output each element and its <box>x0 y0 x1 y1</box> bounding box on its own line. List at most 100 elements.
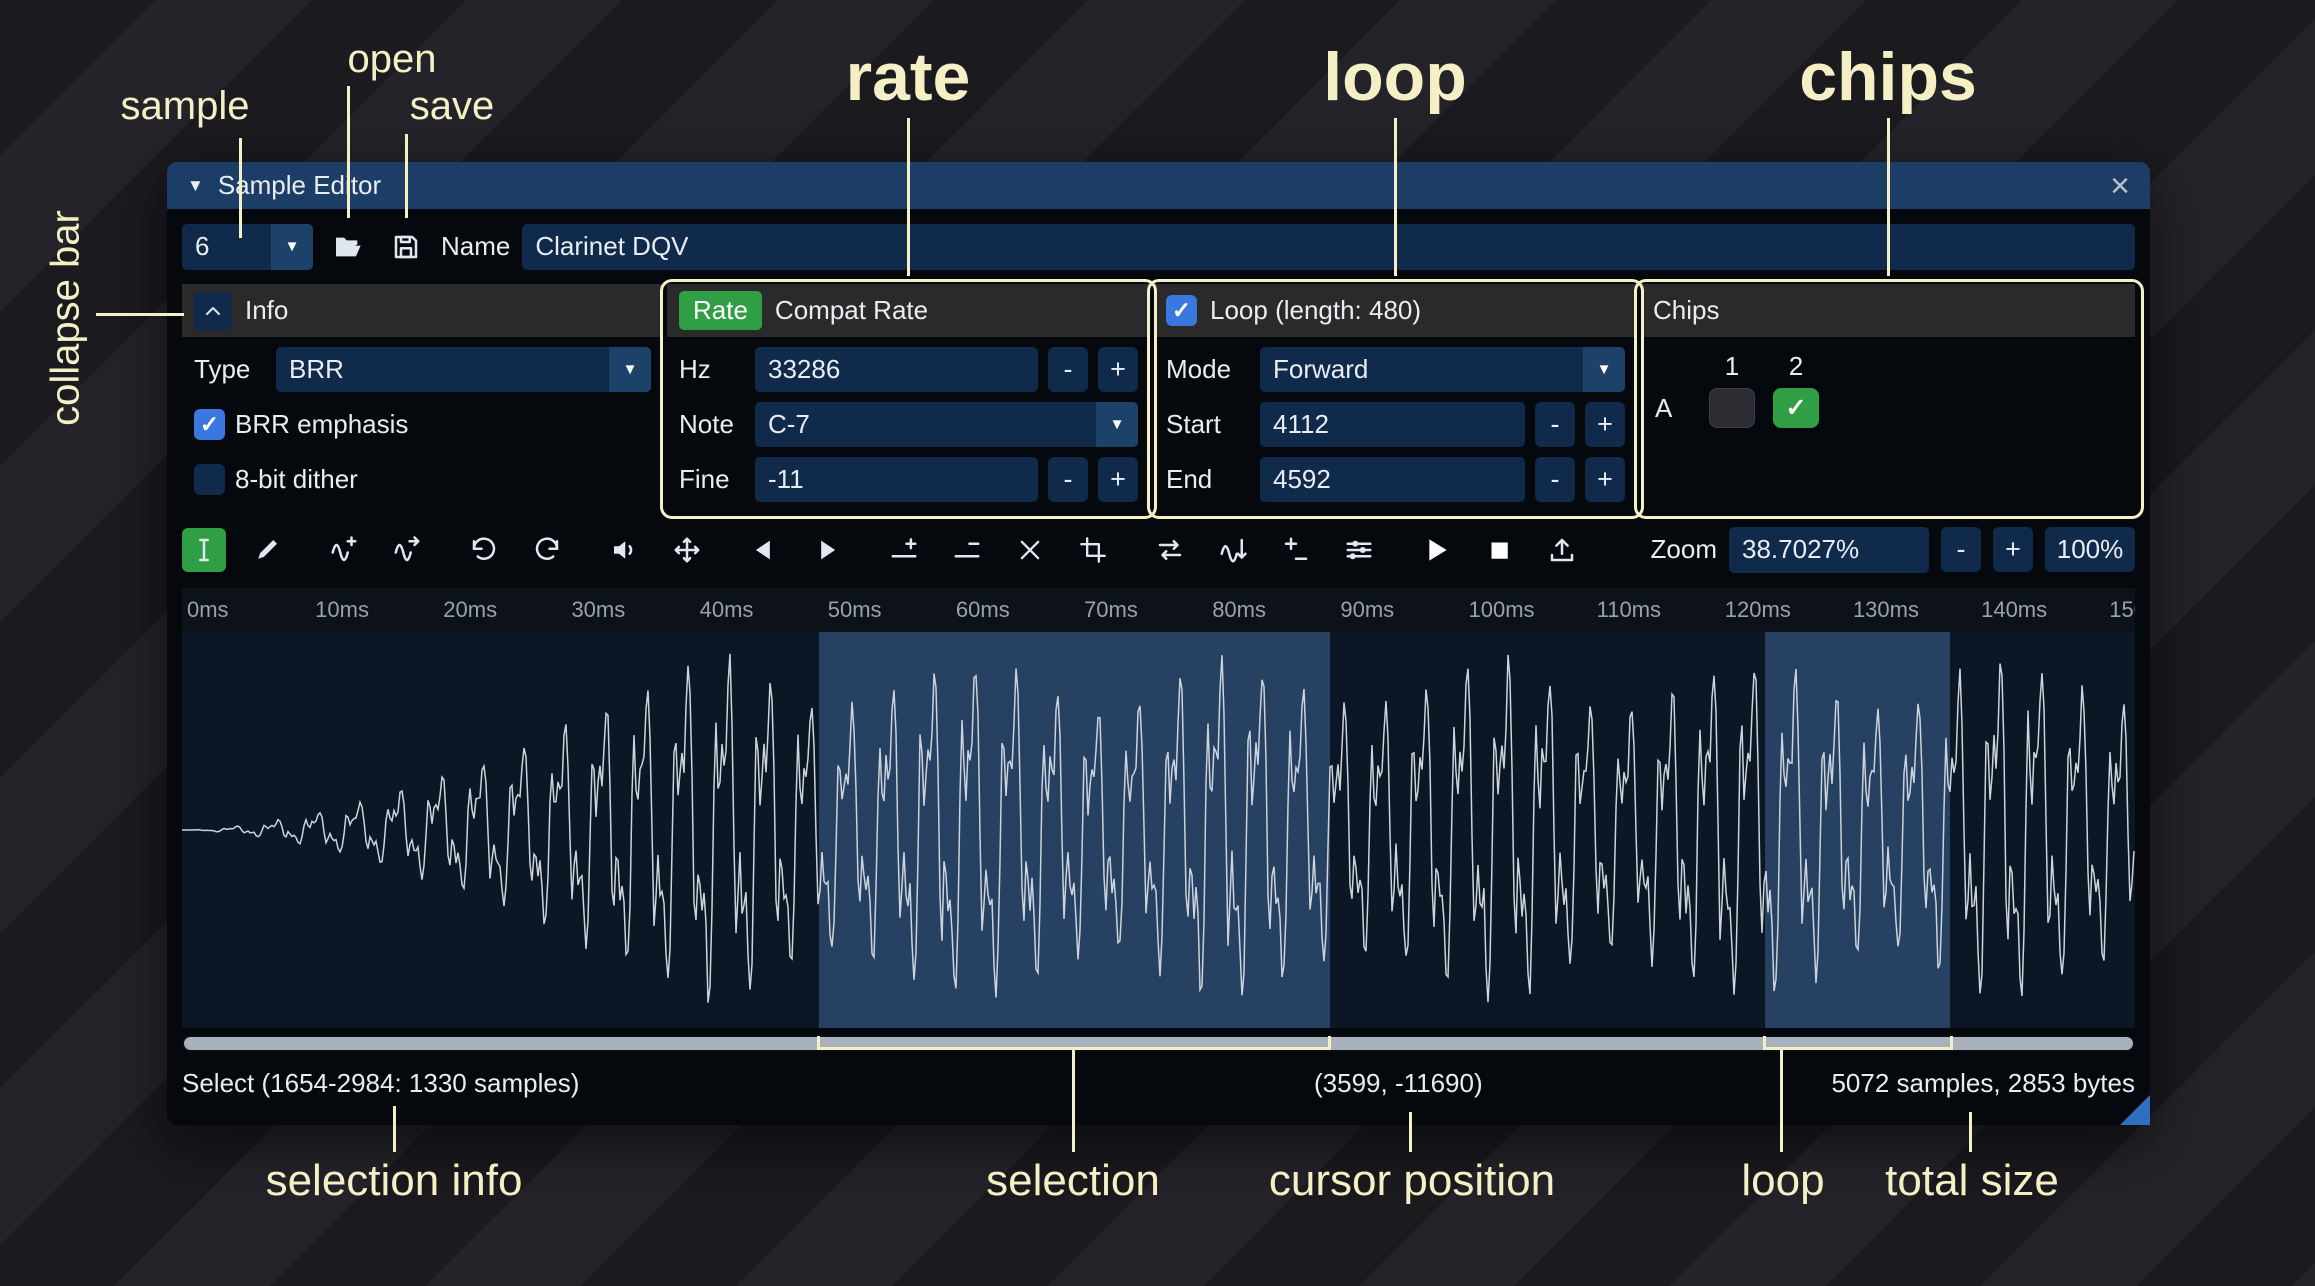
resize-button[interactable] <box>322 528 366 572</box>
annotation-rate-box <box>660 279 1157 519</box>
fade-out-button[interactable] <box>805 528 849 572</box>
dither-row: 8-bit dither <box>194 457 651 502</box>
annotation-chips-label: chips <box>1799 38 1977 116</box>
annotation-save-line <box>405 134 408 218</box>
signedness-button[interactable] <box>1274 528 1318 572</box>
select-tool-button[interactable] <box>182 528 226 572</box>
chevron-up-icon <box>201 299 225 323</box>
annotation-chips-line <box>1887 118 1890 276</box>
amplify-button[interactable] <box>602 528 646 572</box>
zoom-reset-button[interactable]: 100% <box>2045 527 2135 572</box>
preview-button[interactable] <box>1414 528 1458 572</box>
annotation-loop-bottom-line <box>1780 1050 1783 1152</box>
delete-button[interactable] <box>1008 528 1052 572</box>
crop-icon <box>1079 536 1107 564</box>
info-section: Info Type BRR ▼ ✓ BRR emphasis 8-bit dit… <box>182 284 663 513</box>
ruler-label: 80ms <box>1212 597 1266 623</box>
upload-icon <box>1547 535 1577 565</box>
total-size-text: 5072 samples, 2853 bytes <box>1831 1068 2135 1099</box>
annotation-loop-box <box>1147 279 1644 519</box>
annotation-chips-box <box>1634 279 2144 519</box>
ruler-label: 40ms <box>700 597 754 623</box>
create-wavetable-button[interactable] <box>1540 528 1584 572</box>
sample-selector-value: 6 <box>182 231 271 262</box>
resample-button[interactable] <box>385 528 429 572</box>
brr-emphasis-checkbox[interactable]: ✓ <box>194 409 225 440</box>
annotation-sample-line <box>239 138 242 238</box>
apply-silence-button[interactable] <box>945 528 989 572</box>
redo-icon <box>532 535 562 565</box>
trim-button[interactable] <box>1071 528 1115 572</box>
ruler-label: 130ms <box>1853 597 1919 623</box>
play-icon <box>1420 534 1452 566</box>
normalize-button[interactable] <box>665 528 709 572</box>
undo-button[interactable] <box>462 528 506 572</box>
collapse-bar-button[interactable] <box>194 292 232 330</box>
save-button[interactable] <box>383 224 429 270</box>
fade-in-button[interactable] <box>742 528 786 572</box>
annotation-save-label: save <box>410 84 495 129</box>
ruler-label: 150ms <box>2109 597 2135 623</box>
timeline-ruler: 0ms10ms20ms30ms40ms50ms60ms70ms80ms90ms1… <box>182 588 2135 632</box>
status-bar: Select (1654-2984: 1330 samples) (3599, … <box>182 1066 2135 1102</box>
wave-resize-icon <box>329 535 359 565</box>
annotation-cursor-position-label: cursor position <box>1269 1156 1555 1206</box>
insert-silence-button[interactable] <box>882 528 926 572</box>
annotation-collapse-bar-line <box>96 313 184 316</box>
triangle-right-icon <box>813 536 841 564</box>
annotation-total-size-label: total size <box>1885 1156 2059 1206</box>
brr-emphasis-row: ✓ BRR emphasis <box>194 402 651 447</box>
sliders-icon <box>1344 535 1374 565</box>
toolbar: Zoom 38.7027% - + 100% <box>182 525 2135 574</box>
zoom-controls: Zoom 38.7027% - + 100% <box>1651 527 2135 573</box>
dither-checkbox[interactable] <box>194 464 225 495</box>
waveform-plot <box>182 632 2135 1028</box>
ruler-label: 20ms <box>443 597 497 623</box>
move-arrows-icon <box>672 535 702 565</box>
name-input[interactable]: Clarinet DQV <box>522 224 2135 270</box>
draw-tool-button[interactable] <box>245 528 289 572</box>
zoom-in-button[interactable]: + <box>1993 527 2033 572</box>
sample-selector[interactable]: 6 ▼ <box>182 224 313 270</box>
chevron-down-icon[interactable]: ▼ <box>271 224 313 270</box>
ruler-label: 70ms <box>1084 597 1138 623</box>
selection-info-text: Select (1654-2984: 1330 samples) <box>182 1068 579 1099</box>
ibeam-icon <box>189 535 219 565</box>
annotation-rate-line <box>907 118 910 276</box>
ruler-label: 0ms <box>187 597 229 623</box>
titlebar[interactable]: ▼ Sample Editor × <box>167 162 2150 209</box>
zoom-label: Zoom <box>1651 534 1717 565</box>
cursor-position-text: (3599, -11690) <box>1314 1068 1483 1099</box>
reverse-button[interactable] <box>1148 528 1192 572</box>
sample-controls-row: 6 ▼ Name Clarinet DQV <box>182 223 2135 270</box>
invert-button[interactable] <box>1211 528 1255 572</box>
brr-emphasis-label: BRR emphasis <box>235 409 408 440</box>
annotation-rate-label: rate <box>846 38 971 116</box>
stop-preview-button[interactable] <box>1477 528 1521 572</box>
ruler-label: 100ms <box>1468 597 1534 623</box>
open-button[interactable] <box>325 224 371 270</box>
annotation-selection-line <box>1072 1050 1075 1152</box>
ruler-label: 50ms <box>828 597 882 623</box>
chevron-down-icon[interactable]: ▼ <box>609 347 651 392</box>
wave-resample-icon <box>392 535 422 565</box>
ruler-label: 60ms <box>956 597 1010 623</box>
resize-grip[interactable] <box>2120 1095 2150 1125</box>
zoom-input[interactable]: 38.7027% <box>1729 527 1929 573</box>
zoom-out-button[interactable]: - <box>1941 527 1981 572</box>
window-collapse-icon[interactable]: ▼ <box>187 176 204 196</box>
annotation-open-label: open <box>348 37 437 82</box>
filter-button[interactable] <box>1337 528 1381 572</box>
speaker-icon <box>609 535 639 565</box>
close-icon[interactable]: × <box>2110 169 2130 203</box>
x-icon <box>1016 536 1044 564</box>
stop-icon <box>1484 535 1514 565</box>
save-icon <box>391 232 421 262</box>
waveform-display[interactable] <box>182 632 2135 1028</box>
ruler-label: 90ms <box>1340 597 1394 623</box>
folder-open-icon <box>332 231 364 263</box>
type-combo[interactable]: BRR ▼ <box>276 347 651 392</box>
annotation-loop-bracket <box>1763 1036 1953 1050</box>
triangle-left-icon <box>750 536 778 564</box>
redo-button[interactable] <box>525 528 569 572</box>
